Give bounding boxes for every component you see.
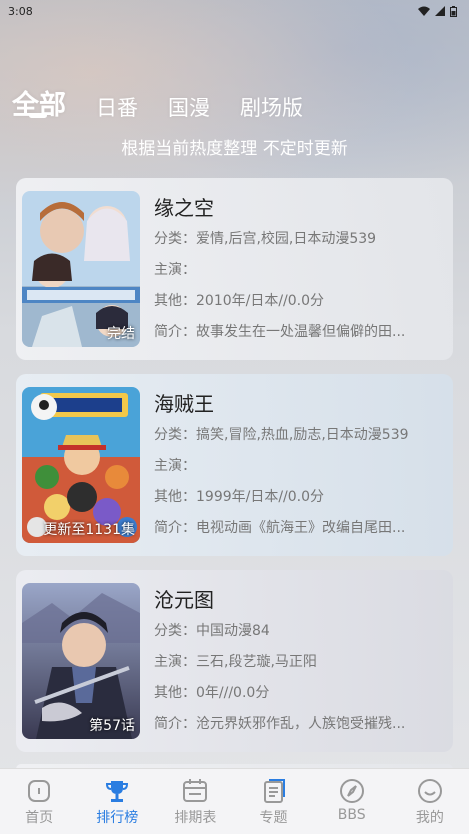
nav-label: 排期表 xyxy=(174,810,217,826)
status-badge: 第57话 xyxy=(89,718,135,734)
anime-card[interactable]: 完结 缘之空 分类：爱情,后宫,校园,日本动漫539 主演： 其他：2010年/… xyxy=(16,178,453,360)
bottom-navigation: 首页 排行榜 排期表 专题 BBS 我的 xyxy=(0,768,469,834)
document-icon xyxy=(263,779,285,803)
wifi-icon xyxy=(418,6,430,16)
tab-chinese[interactable]: 国漫 xyxy=(168,92,210,122)
anime-cast: 主演： xyxy=(154,458,196,474)
anime-category: 分类：爱情,后宫,校园,日本动漫539 xyxy=(154,231,377,247)
tab-movies[interactable]: 剧场版 xyxy=(240,92,303,122)
category-tabs: 全部 日番 国漫 剧场版 xyxy=(12,72,333,122)
status-icons xyxy=(418,5,457,17)
nav-label: 我的 xyxy=(415,810,444,826)
calendar-icon xyxy=(183,779,208,802)
anime-cast: 主演：三石,段艺璇,马正阳 xyxy=(154,654,317,670)
poster-image[interactable]: 第57话 xyxy=(22,583,140,739)
nav-ranking[interactable]: 排行榜 xyxy=(78,777,156,827)
anime-other: 其他：0年///0.0分 xyxy=(154,685,270,701)
anime-summary: 简介：电视动画《航海王》改编自尾田... xyxy=(154,520,406,536)
status-time: 3:08 xyxy=(8,4,33,18)
ranking-subtitle: 根据当前热度整理 不定时更新 xyxy=(121,139,348,159)
anime-card[interactable]: 第57话 沧元图 分类：中国动漫84 主演：三石,段艺璇,马正阳 其他：0年//… xyxy=(16,570,453,752)
anime-info: 海贼王 分类：搞笑,冒险,热血,励志,日本动漫539 主演： 其他：1999年/… xyxy=(154,388,444,549)
tab-indicator xyxy=(29,113,47,118)
anime-category: 分类：搞笑,冒险,热血,励志,日本动漫539 xyxy=(154,427,409,443)
anime-card[interactable]: 更新至1131集 海贼王 分类：搞笑,冒险,热血,励志,日本动漫539 主演： … xyxy=(16,374,453,556)
anime-title: 沧元图 xyxy=(154,588,214,612)
smile-icon xyxy=(417,779,442,803)
status-badge: 完结 xyxy=(107,326,135,342)
anime-category: 分类：中国动漫84 xyxy=(154,623,270,639)
nav-label: 专题 xyxy=(259,810,288,826)
anime-other: 其他：1999年/日本//0.0分 xyxy=(154,489,325,505)
nav-label: 首页 xyxy=(25,810,54,826)
tab-japanese[interactable]: 日番 xyxy=(96,92,138,122)
anime-info: 沧元图 分类：中国动漫84 主演：三石,段艺璇,马正阳 其他：0年///0.0分… xyxy=(154,584,444,745)
signal-icon xyxy=(435,6,445,16)
poster-image[interactable]: 更新至1131集 xyxy=(22,387,140,543)
nav-profile[interactable]: 我的 xyxy=(391,777,469,827)
anime-title: 海贼王 xyxy=(154,392,214,416)
home-icon xyxy=(28,780,51,802)
nav-schedule[interactable]: 排期表 xyxy=(156,777,234,827)
status-badge: 更新至1131集 xyxy=(43,522,135,538)
nav-label: 排行榜 xyxy=(96,810,139,826)
status-bar: 3:08 xyxy=(0,0,469,22)
battery-icon xyxy=(450,5,457,17)
nav-home[interactable]: 首页 xyxy=(0,777,78,827)
anime-summary: 简介：故事发生在一处温馨但偏僻的田... xyxy=(154,324,406,340)
nav-label: BBS xyxy=(337,807,366,823)
trophy-icon xyxy=(106,781,129,802)
anime-title: 缘之空 xyxy=(154,196,214,220)
anime-other: 其他：2010年/日本//0.0分 xyxy=(154,293,325,309)
nav-bbs[interactable]: BBS xyxy=(313,777,391,823)
compass-icon xyxy=(339,779,364,803)
anime-cast: 主演： xyxy=(154,262,196,278)
anime-summary: 简介：沧元界妖邪作乱，人族饱受摧残... xyxy=(154,716,406,732)
anime-info: 缘之空 分类：爱情,后宫,校园,日本动漫539 主演： 其他：2010年/日本/… xyxy=(154,192,444,353)
nav-topics[interactable]: 专题 xyxy=(235,777,313,827)
poster-image[interactable]: 完结 xyxy=(22,191,140,347)
